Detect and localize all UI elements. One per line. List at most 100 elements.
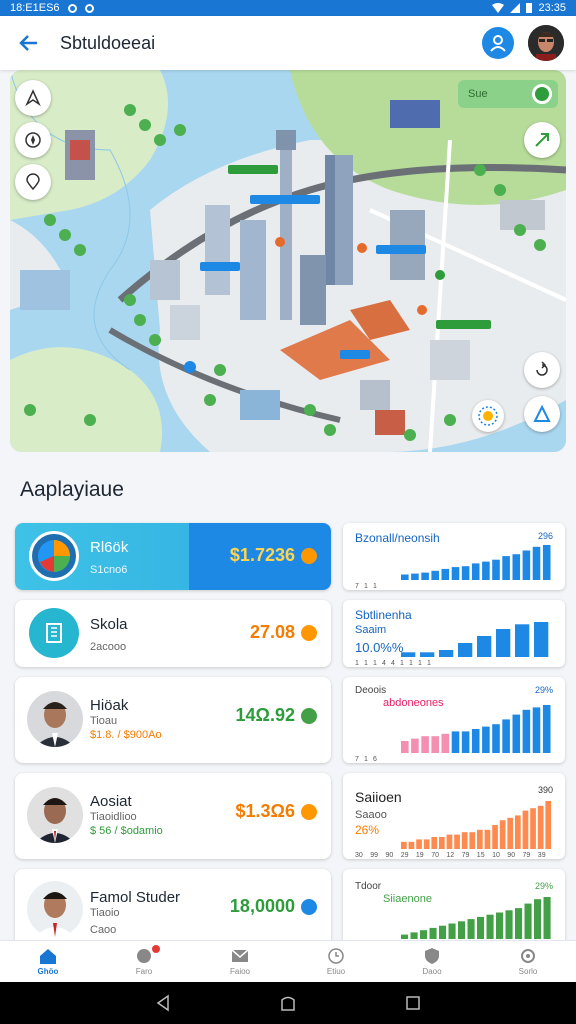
coin-icon [301, 804, 317, 820]
location-icon [26, 173, 40, 191]
list-item[interactable]: Aosiat Tiaoidlioo $ 56 / $odamio $1.3Ω6 [15, 773, 331, 859]
chart-bar [439, 925, 447, 939]
chart-tick-label: 4 [382, 660, 386, 667]
map-view[interactable]: Sue [10, 70, 566, 452]
system-back-icon[interactable] [154, 994, 172, 1012]
row-name: Hiöak [90, 697, 129, 714]
chart-bar [502, 719, 510, 753]
chart-bar [401, 841, 407, 849]
chart-card-2[interactable]: 111441111 Sbtlinenha Saaim 10.0%% [343, 600, 565, 667]
profile-button[interactable] [482, 27, 514, 59]
rotate-icon [536, 361, 548, 376]
chart-subtitle: Saaim [355, 624, 387, 636]
coin-icon [301, 899, 317, 915]
chart-percent-label: 10.0%% [355, 640, 404, 655]
chart-title: Tdoor [355, 881, 382, 892]
chart-bar [461, 731, 470, 753]
map-rotate-button[interactable] [524, 352, 560, 388]
list-item[interactable]: Hiöak Tioau $1.8. / $900Ao 14Ω.92 [15, 677, 331, 763]
row-detail: Caoo [90, 924, 117, 936]
chart-tick-label: 4 [391, 660, 395, 667]
map-canvas [10, 70, 566, 452]
chart-bar [458, 643, 473, 657]
compass-icon [25, 132, 41, 148]
map-sun-button[interactable] [472, 400, 504, 432]
map-compass-button[interactable] [15, 122, 51, 158]
chart-card-1[interactable]: 711 Bzonall/neonsih 296 [343, 523, 565, 590]
list-item[interactable]: Rl6ök S1cno6 $1.7236 [15, 523, 331, 590]
back-button[interactable] [12, 27, 44, 59]
chart-card-4[interactable]: 30 99 90 29 19 70 12 79 15 10 90 79 39 Saiioen Saaoo… [343, 773, 565, 859]
chart-bar [469, 832, 476, 849]
chart-percent-label: 26% [355, 823, 380, 837]
nav-home[interactable]: Ghöo [0, 941, 96, 982]
chart-bar [515, 815, 521, 849]
chart-bar [522, 550, 531, 580]
status-bar: 18:E1ES6 23:35 [0, 0, 576, 16]
chart-bar [451, 731, 460, 753]
row-value: 27.08 [249, 622, 295, 642]
chart-bar [534, 899, 542, 939]
nav-history[interactable]: Etiuo [288, 941, 384, 982]
directions-icon [535, 133, 549, 147]
chart-bar [423, 839, 430, 849]
list-item[interactable]: Famol Studer Tiaoio Caoo 18,0000 [15, 869, 331, 949]
chart-bar [515, 908, 523, 939]
settings-icon [521, 949, 535, 963]
chart-bar [401, 934, 409, 939]
nav-messages[interactable]: Faioo [192, 941, 288, 982]
list-item[interactable]: Skola 2acooo 27.08 [15, 600, 331, 667]
pie-chart-icon [29, 531, 79, 581]
chart-bar [420, 930, 428, 939]
row-detail: $1.8. / $900Ao [90, 729, 162, 741]
chart-tick-label: 1 [364, 583, 368, 590]
coin-icon [301, 548, 317, 564]
row-sub: S1cno6 [90, 564, 128, 576]
chart-tick-label: 1 [418, 660, 422, 667]
map-location-button[interactable] [15, 164, 51, 200]
chart-tick-label: 79 [462, 852, 470, 859]
map-layers-button[interactable] [524, 396, 560, 432]
chart-tick-label: 1 [400, 660, 404, 667]
chart-bar [477, 916, 485, 939]
nav-settings[interactable]: Sorlo [480, 941, 576, 982]
avatar-icon [528, 25, 564, 61]
layers-icon [533, 404, 551, 422]
chart-tick-label: 6 [373, 756, 377, 763]
chart-bar [532, 707, 541, 753]
clock-icon [328, 948, 344, 964]
sun-icon [478, 406, 498, 426]
chart-bar [461, 832, 468, 849]
chart-bar [408, 841, 415, 849]
chart-bar [421, 572, 429, 580]
chart-bar [522, 810, 529, 849]
nav-label: Faioo [229, 967, 250, 976]
nav-explore[interactable]: Faro [96, 941, 192, 982]
chart-tick-label: 1 [364, 756, 368, 763]
map-navigation-button[interactable] [15, 80, 51, 116]
chart-bar [502, 556, 510, 580]
avatar[interactable] [528, 25, 564, 61]
system-recents-icon[interactable] [404, 994, 422, 1012]
map-toggle[interactable] [532, 84, 552, 104]
system-home-icon[interactable] [279, 994, 297, 1012]
chart-card-5[interactable]: 35151 Tdoor Siiaenone 29% [343, 869, 565, 949]
chart-bar [446, 834, 453, 849]
row-detail: $ 56 / $odamio [90, 825, 163, 837]
chart-tick-label: 1 [373, 660, 377, 667]
nav-label: Ghöo [37, 967, 59, 976]
chart-bar [454, 834, 460, 849]
map-directions-button[interactable] [524, 122, 560, 158]
chart-bar [496, 912, 504, 939]
chart-bar [416, 839, 422, 849]
map-search-bar[interactable]: Sue [458, 80, 558, 108]
mail-icon [231, 949, 249, 962]
chart-card-3[interactable]: 716 Deoois abdoneones 29% [343, 677, 565, 763]
chart-bar [431, 837, 438, 849]
chart-tick-label: 39 [538, 852, 546, 859]
avatar [27, 787, 83, 843]
map-search-text: Sue [468, 88, 488, 100]
chart-percent: 390 [537, 785, 553, 795]
nav-security[interactable]: Daoo [384, 941, 480, 982]
globe-icon [137, 949, 151, 963]
